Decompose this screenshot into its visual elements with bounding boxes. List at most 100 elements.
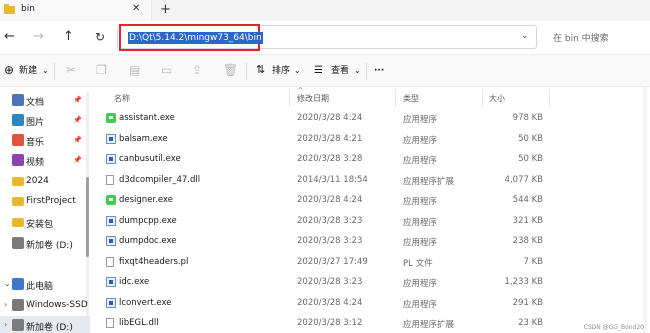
share-icon[interactable]: ⇪ <box>192 63 202 77</box>
expand-chevron-icon[interactable]: ⌄ <box>4 279 11 288</box>
expand-chevron-icon[interactable]: › <box>4 300 7 309</box>
file-row[interactable]: dumpcpp.exe 2020/3/28 3:23 应用程序 321 KB <box>97 211 650 231</box>
sidebar-item[interactable]: 新加卷 (D:) <box>0 234 90 254</box>
view-button[interactable]: 查看 <box>331 64 349 78</box>
sidebar-item[interactable]: ⌄ 此电脑 <box>0 275 90 295</box>
file-size: 50 KB <box>518 133 543 144</box>
file-row[interactable]: d3dcompiler_47.dll 2014/3/11 18:54 应用程序扩展 4… <box>97 170 650 190</box>
file-size: 4,077 KB <box>504 174 543 185</box>
paste-icon[interactable]: ▤ <box>129 63 140 77</box>
file-name: designer.exe <box>119 195 173 205</box>
column-header-type[interactable]: 类型 <box>403 93 419 104</box>
file-type: 应用程序扩展 <box>403 176 455 187</box>
file-list-scrollbar[interactable] <box>643 87 647 333</box>
file-row[interactable]: canbusutil.exe 2020/3/28 3:28 应用程序 50 KB <box>97 149 650 169</box>
sidebar-item-label: 新加卷 (D:) <box>26 323 73 333</box>
sidebar-item-label: 视频 <box>26 158 45 168</box>
chevron-down-icon[interactable]: ⌄ <box>294 64 301 78</box>
executable-icon <box>106 215 116 226</box>
file-row[interactable]: idc.exe 2020/3/28 3:23 应用程序 1,233 KB <box>97 272 650 292</box>
file-date: 2020/3/28 3:23 <box>297 277 363 287</box>
file-size: 7 KB <box>523 256 543 267</box>
navigation-pane: 文档 📌 图片 📌 音乐 📌 视频 📌 2024 FirstProject 安装包 新加卷 (D:) ⌄… <box>0 87 93 333</box>
column-header-size[interactable]: 大小 <box>489 93 505 104</box>
qt-app-icon <box>106 195 116 205</box>
sidebar-item-icon <box>12 94 24 106</box>
file-name: assistant.exe <box>119 113 175 123</box>
pin-icon: 📌 <box>73 96 82 104</box>
chevron-down-icon[interactable]: ⌄ <box>521 31 529 41</box>
sidebar-item[interactable]: 视频 📌 <box>0 151 90 171</box>
search-input[interactable]: 在 bin 中搜索 <box>553 31 609 44</box>
chevron-down-icon[interactable]: ⌄ <box>42 64 49 78</box>
executable-icon <box>106 277 116 287</box>
file-size: 50 KB <box>518 154 543 164</box>
sidebar-item[interactable]: 文档 📌 <box>0 91 90 111</box>
executable-icon <box>106 133 116 144</box>
file-date: 2020/3/28 4:24 <box>297 113 363 123</box>
qt-app-icon <box>106 113 116 123</box>
copy-icon[interactable]: ❐ <box>96 63 107 77</box>
sort-icon: ⇅ <box>256 63 266 76</box>
tab-bin[interactable]: bin ✕ <box>0 0 152 21</box>
sidebar-item[interactable]: 图片 📌 <box>0 111 90 131</box>
sidebar-item[interactable]: 安装包 <box>0 213 90 233</box>
refresh-icon[interactable]: ↻ <box>95 28 105 46</box>
delete-icon[interactable]: 🗑 <box>223 63 238 77</box>
command-bar: ⊕ 新建 ⌄ ✂ ❐ ▤ ▭ ⇪ 🗑 ⇅ 排序 ⌄ ☰ 查看 ⌄ ··· <box>0 54 650 87</box>
column-header-date[interactable]: 修改日期 <box>297 93 329 104</box>
file-row[interactable]: fixqt4headers.pl 2020/3/27 17:49 PL 文件 7 KB <box>97 252 650 272</box>
sidebar-item[interactable]: › Windows-SSD <box>0 296 90 316</box>
sidebar-item-label: 音乐 <box>26 138 45 148</box>
file-name: balsam.exe <box>119 133 168 144</box>
file-date: 2014/3/11 18:54 <box>297 174 368 185</box>
sidebar-item[interactable]: › 新加卷 (D:) <box>0 316 90 333</box>
file-row[interactable]: designer.exe 2020/3/28 4:24 应用程序 544 KB <box>97 190 650 210</box>
file-size: 321 KB <box>512 215 543 226</box>
more-options-icon[interactable]: ··· <box>374 64 384 78</box>
file-row[interactable]: libEGL.dll 2020/3/28 3:12 应用程序扩展 23 KB <box>97 313 650 333</box>
sidebar-item[interactable]: 音乐 📌 <box>0 131 90 151</box>
column-divider[interactable] <box>395 89 396 107</box>
sidebar-item[interactable]: FirstProject <box>0 192 90 212</box>
divider <box>246 63 247 80</box>
sort-button[interactable]: 排序 <box>272 64 290 78</box>
file-size: 544 KB <box>512 195 543 205</box>
sidebar-item-icon <box>12 218 24 227</box>
up-arrow-icon[interactable]: ↑ <box>63 28 74 46</box>
cut-icon[interactable]: ✂ <box>66 63 76 77</box>
file-row[interactable]: dumpdoc.exe 2020/3/28 3:23 应用程序 238 KB <box>97 231 650 251</box>
file-row[interactable]: balsam.exe 2020/3/28 4:21 应用程序 50 KB <box>97 129 650 149</box>
file-date: 2020/3/28 4:24 <box>297 195 363 205</box>
back-arrow-icon[interactable]: ← <box>4 28 15 46</box>
expand-chevron-icon[interactable]: › <box>4 320 7 329</box>
forward-arrow-icon[interactable]: → <box>33 28 44 46</box>
new-button[interactable]: 新建 <box>19 64 37 78</box>
column-header-name[interactable]: 名称 <box>114 93 130 104</box>
file-type: PL 文件 <box>403 258 433 269</box>
close-tab-icon[interactable]: ✕ <box>132 3 140 14</box>
address-path-text[interactable]: D:\Qt\5.14.2\mingw73_64\bin <box>128 32 263 44</box>
file-name: fixqt4headers.pl <box>119 256 189 267</box>
column-divider[interactable] <box>549 89 550 107</box>
file-name: idc.exe <box>119 277 150 287</box>
executable-icon <box>106 154 116 164</box>
sidebar-item-label: Windows-SSD <box>26 300 88 310</box>
column-divider[interactable] <box>289 89 290 107</box>
new-tab-icon[interactable]: + <box>160 2 171 17</box>
chevron-down-icon[interactable]: ⌄ <box>354 64 361 78</box>
file-row[interactable]: lconvert.exe 2020/3/28 4:24 应用程序 291 KB <box>97 293 650 313</box>
sidebar-item-label: 文档 <box>26 98 45 108</box>
column-divider[interactable] <box>482 89 483 107</box>
rename-icon[interactable]: ▭ <box>161 63 172 77</box>
file-row[interactable]: assistant.exe 2020/3/28 4:24 应用程序 978 KB <box>97 108 650 128</box>
document-icon <box>106 256 114 267</box>
file-name: canbusutil.exe <box>119 154 181 164</box>
sidebar-item[interactable]: 2024 <box>0 172 90 192</box>
file-type: 应用程序 <box>403 135 438 146</box>
navigation-bar: ← → ↑ ↻ D:\Qt\5.14.2\mingw73_64\bin ⌄ 在 … <box>0 21 650 54</box>
file-date: 2020/3/28 3:23 <box>297 215 363 226</box>
file-size: 291 KB <box>512 297 543 308</box>
file-type: 应用程序 <box>403 156 438 166</box>
file-size: 238 KB <box>512 236 543 246</box>
